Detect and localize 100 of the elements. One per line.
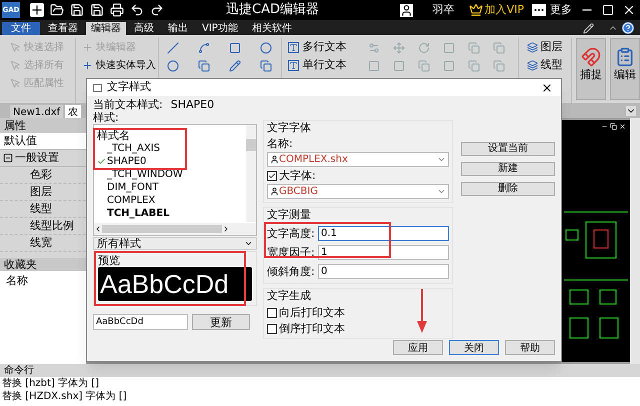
tool-icon xyxy=(10,78,21,88)
styles-label: 样式: xyxy=(93,112,120,124)
close-icon[interactable] xyxy=(622,3,636,17)
pencil-icon[interactable] xyxy=(583,23,594,34)
draw-tool-icon[interactable] xyxy=(198,60,210,72)
dialog-button[interactable]: 删除 xyxy=(461,182,555,196)
dialog-button[interactable]: 关闭 xyxy=(449,340,499,355)
option-label: 向后打印文本 xyxy=(279,306,345,319)
redo-icon[interactable] xyxy=(150,3,164,17)
open-folder-icon[interactable] xyxy=(50,3,64,17)
big-font-dropdown[interactable]: GBCBIG xyxy=(267,184,449,199)
measure-field[interactable]: 1 xyxy=(318,245,449,260)
ribbon-tab[interactable]: 相关软件 xyxy=(246,22,298,35)
ribbon-tab[interactable]: 输出 xyxy=(162,22,194,35)
user-icon[interactable] xyxy=(400,4,413,16)
ribbon-tab[interactable]: 高级 xyxy=(128,22,160,35)
ribbon-button[interactable]: 线型 xyxy=(540,56,563,74)
tool-icon xyxy=(82,42,93,52)
measure-label: 倾斜角度: xyxy=(267,265,316,278)
close-icon[interactable] xyxy=(619,123,626,130)
big-font-label: 大字体: xyxy=(279,169,316,182)
maximize-icon[interactable] xyxy=(602,4,614,16)
tool-icon xyxy=(10,60,21,70)
file-menu-button[interactable]: 文件 xyxy=(2,22,40,35)
style-list-item[interactable]: DIM_FONT xyxy=(97,183,158,192)
close-icon[interactable] xyxy=(541,82,553,94)
document-tab[interactable]: 农 xyxy=(65,105,82,118)
style-list-item[interactable]: _TCH_WINDOW xyxy=(97,170,183,179)
layers-icon xyxy=(526,60,538,70)
font-name-label: 名称: xyxy=(267,137,294,150)
section-label: 一般设置 xyxy=(15,150,59,166)
scrollbar-thumb[interactable] xyxy=(246,139,256,151)
draw-tool-icon[interactable] xyxy=(167,42,180,54)
ribbon-button[interactable]: 多行文本 xyxy=(302,38,346,56)
ribbon-tab[interactable]: 编辑器 xyxy=(86,22,126,35)
ribbon-button[interactable]: 单行文本 xyxy=(302,56,346,74)
window-title: 迅捷CAD编辑器 xyxy=(226,1,319,20)
horizontal-scrollbar-thumb[interactable] xyxy=(102,225,222,233)
draw-tool-icon[interactable] xyxy=(229,60,242,72)
style-list-item[interactable]: _TCH_AXIS xyxy=(97,144,160,153)
draw-tool-icon[interactable] xyxy=(167,60,180,72)
option-checkbox[interactable] xyxy=(267,308,277,318)
update-button[interactable]: 更新 xyxy=(192,314,250,330)
dialog-button[interactable]: 设置当前 xyxy=(461,142,555,156)
style-list[interactable]: 样式名 _TCH_AXIS SHAPE0 _TCH_WINDOW DIM_FONT COMPLEX TCH_LABEL xyxy=(93,124,257,236)
printer-icon[interactable] xyxy=(110,3,124,17)
style-list-item[interactable]: COMPLEX xyxy=(97,196,156,205)
undo-icon[interactable] xyxy=(130,3,144,17)
scroll-left-icon[interactable] xyxy=(94,225,102,233)
vertical-scrollbar[interactable] xyxy=(246,125,256,222)
dialog-icon xyxy=(93,84,102,92)
layers-icon xyxy=(526,42,538,52)
scroll-right-icon[interactable] xyxy=(222,225,230,233)
dropdown-arrow-icon[interactable] xyxy=(626,106,636,116)
font-name-dropdown[interactable]: COMPLEX.shx xyxy=(267,152,449,167)
new-file-icon[interactable] xyxy=(30,3,44,17)
dialog-button[interactable]: 新建 xyxy=(461,162,555,176)
save-icon[interactable] xyxy=(70,3,84,17)
restore-icon[interactable] xyxy=(610,123,617,130)
style-list-item[interactable]: SHAPE0 xyxy=(97,157,146,166)
ribbon-tab[interactable]: 查看器 xyxy=(42,22,84,35)
user-name[interactable]: 羽卒 xyxy=(432,2,455,18)
option-checkbox[interactable] xyxy=(267,324,277,334)
measure-field[interactable]: 0.1 xyxy=(318,226,449,241)
collapse-toggle-icon[interactable] xyxy=(3,153,13,163)
save-as-icon[interactable] xyxy=(90,3,104,17)
draw-tool-icon[interactable] xyxy=(260,42,272,54)
preview-text-field[interactable]: AaBbCcDd xyxy=(93,314,188,330)
dialog-button[interactable]: 帮助 xyxy=(505,340,555,355)
default-value-row[interactable]: 默认值 xyxy=(0,133,86,150)
draw-tool-icon[interactable] xyxy=(260,60,272,72)
check-mark-icon xyxy=(97,157,106,166)
current-style-label: 当前文本样式: xyxy=(93,98,163,112)
draw-tool-icon[interactable] xyxy=(198,42,210,54)
style-list-item[interactable]: TCH_LABEL xyxy=(97,209,170,218)
command-line-title: 命令行 xyxy=(0,364,640,377)
crown-icon xyxy=(468,3,483,17)
more-icon[interactable] xyxy=(532,4,546,16)
dialog-button[interactable]: 应用 xyxy=(393,340,443,355)
more-menu[interactable]: 更多 xyxy=(550,2,572,18)
vertical-scrollbar[interactable] xyxy=(630,118,640,364)
command-output-line: 替换 [hzbt] 字体为 [] xyxy=(1,377,100,390)
ribbon-tab[interactable]: VIP功能 xyxy=(196,22,244,35)
dialog-title: 文字样式 xyxy=(107,79,151,96)
large-ribbon-button[interactable]: 编辑 xyxy=(610,38,640,100)
draw-tool-icon[interactable] xyxy=(229,42,242,54)
drawing-canvas[interactable] xyxy=(562,120,630,362)
big-font-checkbox[interactable] xyxy=(267,170,277,180)
large-ribbon-button[interactable]: 捕捉 xyxy=(576,38,606,100)
ribbon-button[interactable]: 快速实体导入 xyxy=(96,58,156,72)
style-filter-dropdown[interactable]: 所有样式 xyxy=(93,237,257,250)
vip-link[interactable]: 加入VIP xyxy=(484,2,524,18)
document-tab[interactable]: New1.dxf xyxy=(10,105,64,118)
magnet-icon xyxy=(581,47,601,67)
measure-field[interactable]: 0 xyxy=(318,264,449,279)
tool-icon xyxy=(10,42,21,52)
panel-title: 属性 xyxy=(0,118,86,133)
help-icon[interactable] xyxy=(622,22,634,34)
ribbon-button[interactable]: 图层 xyxy=(540,38,563,56)
panel-title: 收藏夹 xyxy=(0,258,86,271)
